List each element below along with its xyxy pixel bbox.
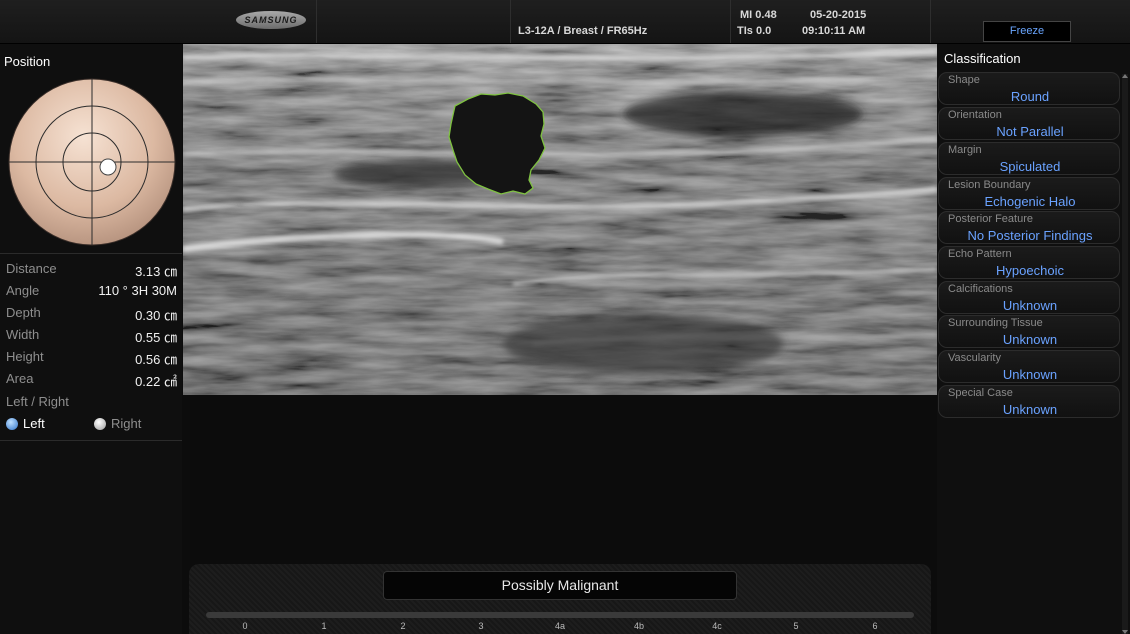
breast-position-wheel-icon[interactable] bbox=[8, 78, 176, 246]
mi-readout: MI 0.48 bbox=[740, 9, 777, 21]
scroll-down-icon[interactable] bbox=[1122, 630, 1128, 634]
distance-value: 3.13 ㎝ bbox=[135, 264, 177, 279]
classification-title: Classification bbox=[944, 51, 1021, 66]
classification-label: Vascularity bbox=[948, 352, 1001, 364]
result-text: Possibly Malignant bbox=[383, 571, 737, 600]
classification-vascularity[interactable]: Vascularity Unknown bbox=[938, 350, 1120, 383]
header-brand-segment: SAMSUNG bbox=[0, 0, 317, 43]
classification-calcifications[interactable]: Calcifications Unknown bbox=[938, 281, 1120, 314]
classification-value: Unknown bbox=[1002, 298, 1058, 313]
classification-value: Echogenic Halo bbox=[984, 194, 1076, 209]
classification-label: Special Case bbox=[948, 387, 1013, 399]
angle-label: Angle bbox=[6, 283, 40, 298]
classification-shape[interactable]: Shape Round bbox=[938, 72, 1120, 105]
scale-tick: 3 bbox=[478, 621, 484, 631]
classification-posterior-feature[interactable]: Posterior Feature No Posterior Findings bbox=[938, 211, 1120, 244]
position-title: Position bbox=[4, 54, 51, 69]
top-header: SAMSUNG L3-12A / Breast / FR65Hz MI 0.48… bbox=[0, 0, 1130, 44]
depth-label: Depth bbox=[6, 305, 41, 320]
height-value: 0.56 ㎝ bbox=[135, 352, 177, 367]
classification-value: Unknown bbox=[1002, 332, 1058, 347]
exam-date: 05-20-2015 bbox=[810, 9, 867, 21]
classification-label: Calcifications bbox=[948, 283, 1013, 295]
classification-orientation[interactable]: Orientation Not Parallel bbox=[938, 107, 1120, 140]
radio-left-label: Left bbox=[23, 416, 45, 431]
category-scale-track bbox=[206, 612, 914, 618]
classification-value: Not Parallel bbox=[996, 124, 1064, 139]
scroll-up-icon[interactable] bbox=[1122, 74, 1128, 78]
classification-label: Posterior Feature bbox=[948, 213, 1033, 225]
radio-selected-icon bbox=[6, 417, 18, 430]
radio-right[interactable]: Right bbox=[94, 416, 141, 431]
classification-label: Orientation bbox=[948, 109, 1002, 121]
area-label: Area bbox=[6, 371, 34, 386]
left-right-label: Left / Right bbox=[6, 394, 69, 409]
classification-label: Lesion Boundary bbox=[948, 179, 1031, 191]
ultrasound-image[interactable] bbox=[183, 44, 937, 395]
scale-tick: 4a bbox=[554, 621, 566, 631]
scale-tick: 0 bbox=[242, 621, 248, 631]
scale-tick: 4b bbox=[633, 621, 645, 631]
scale-tick: 5 bbox=[793, 621, 799, 631]
tis-readout: TIs 0.0 bbox=[737, 25, 772, 37]
header-probe-segment: L3-12A / Breast / FR65Hz bbox=[510, 0, 731, 43]
classification-label: Echo Pattern bbox=[948, 248, 1012, 260]
freeze-button[interactable]: Freeze bbox=[983, 21, 1071, 42]
scale-tick: 2 bbox=[400, 621, 406, 631]
classification-value: No Posterior Findings bbox=[967, 228, 1093, 243]
classification-panel: Classification Shape Round Orientation N… bbox=[937, 44, 1130, 634]
result-panel: Possibly Malignant 0 1 2 3 4a 4b 4c 5 6 bbox=[189, 564, 931, 634]
position-marker-icon bbox=[99, 158, 117, 176]
exam-time: 09:10:11 AM bbox=[802, 25, 866, 37]
left-panel: Position Distance 3.13 ㎝ Angle 110 ° 3H … bbox=[0, 44, 182, 634]
header-status-segment: MI 0.48 TIs 0.0 05-20-2015 09:10:11 AM bbox=[730, 0, 931, 43]
classification-special-case[interactable]: Special Case Unknown bbox=[938, 385, 1120, 418]
probe-info: L3-12A / Breast / FR65Hz bbox=[518, 25, 648, 37]
depth-value: 0.30 ㎝ bbox=[135, 308, 177, 323]
classification-value: Spiculated bbox=[999, 159, 1061, 174]
radio-right-label: Right bbox=[111, 416, 142, 431]
classification-value: Unknown bbox=[1002, 402, 1058, 417]
classification-value: Unknown bbox=[1002, 367, 1058, 382]
classification-value: Round bbox=[1010, 89, 1050, 104]
area-value: 0.22 ㎠ bbox=[135, 374, 177, 389]
width-label: Width bbox=[6, 327, 40, 342]
classification-label: Shape bbox=[948, 74, 980, 86]
divider bbox=[0, 440, 182, 441]
classification-echo-pattern[interactable]: Echo Pattern Hypoechoic bbox=[938, 246, 1120, 279]
classification-scrollbar[interactable] bbox=[1122, 74, 1128, 634]
classification-margin[interactable]: Margin Spiculated bbox=[938, 142, 1120, 175]
height-label: Height bbox=[6, 349, 44, 364]
classification-lesion-boundary[interactable]: Lesion Boundary Echogenic Halo bbox=[938, 177, 1120, 210]
divider bbox=[0, 253, 182, 254]
width-value: 0.55 ㎝ bbox=[135, 330, 177, 345]
scale-tick: 1 bbox=[321, 621, 327, 631]
scale-tick: 6 bbox=[872, 621, 878, 631]
classification-value: Hypoechoic bbox=[996, 263, 1064, 278]
radio-unselected-icon bbox=[94, 417, 106, 430]
radio-left[interactable]: Left bbox=[6, 416, 45, 431]
scale-tick: 4c bbox=[712, 621, 722, 631]
distance-label: Distance bbox=[6, 261, 57, 276]
header-blank-segment bbox=[316, 0, 511, 43]
classification-label: Surrounding Tissue bbox=[948, 317, 1043, 329]
classification-surrounding-tissue[interactable]: Surrounding Tissue Unknown bbox=[938, 315, 1120, 348]
angle-value: 110 ° 3H 30M bbox=[98, 283, 177, 298]
samsung-logo: SAMSUNG bbox=[236, 11, 306, 29]
classification-label: Margin bbox=[948, 144, 982, 156]
